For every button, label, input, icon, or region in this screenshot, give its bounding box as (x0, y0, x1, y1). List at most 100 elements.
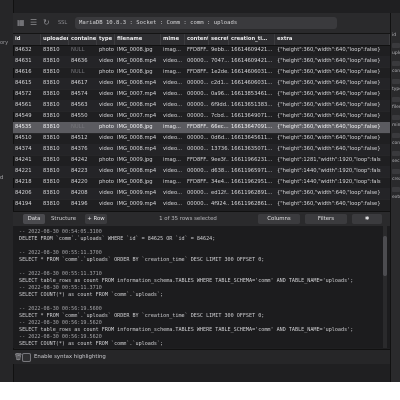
table-cell[interactable]: {"height":1440,"width":1920,"loop":fals (275, 177, 390, 188)
table-cell[interactable]: photo (97, 122, 115, 133)
table-cell[interactable]: IMG_0009.mp4 (115, 199, 161, 210)
table-cell[interactable]: 1e2de... (209, 67, 229, 78)
table-cell[interactable]: 16613647091... (229, 122, 275, 133)
table-cell[interactable]: NULL (69, 67, 97, 78)
table-cell[interactable]: 00000... (185, 56, 209, 67)
table-cell[interactable]: 00000... (185, 100, 209, 111)
table-cell[interactable]: 7047... (209, 56, 229, 67)
table-cell[interactable]: 9ebb... (209, 45, 229, 56)
column-header[interactable]: content (185, 34, 209, 45)
table-cell[interactable]: video (97, 199, 115, 210)
table-cell[interactable]: 16611962891... (229, 188, 275, 199)
table-cell[interactable]: 00000... (185, 166, 209, 177)
table-cell[interactable]: 84512 (69, 133, 97, 144)
table-cell[interactable]: {"height":360,"width":640,"loop":false} (275, 56, 390, 67)
table-cell[interactable]: 84196 (69, 199, 97, 210)
table-cell[interactable]: 0d6d... (209, 133, 229, 144)
table-row[interactable]: 84194 83810 84196 video IMG_0009.mp4 video...… (13, 199, 390, 210)
table-cell[interactable]: IMG_0008.mp4 (115, 78, 161, 89)
table-cell[interactable]: IMG_0009.mp4 (115, 188, 161, 199)
table-cell[interactable]: 16611966231... (229, 155, 275, 166)
table-cell[interactable]: video... (161, 133, 185, 144)
column-header[interactable]: uploader (41, 34, 69, 45)
table-cell[interactable]: 6f9dd... (209, 100, 229, 111)
table-cell[interactable]: video... (161, 100, 185, 111)
table-cell[interactable]: 83810 (41, 133, 69, 144)
table-cell[interactable]: video (97, 144, 115, 155)
table-cell[interactable]: 16614606031... (229, 67, 275, 78)
table-cell[interactable]: 7cbd... (209, 111, 229, 122)
table-cell[interactable]: 84208 (69, 188, 97, 199)
table-cell[interactable]: IMG_0008.mp4 (115, 144, 161, 155)
table-cell[interactable]: video (97, 133, 115, 144)
table-cell[interactable]: 84220 (69, 177, 97, 188)
column-header[interactable]: filename (115, 34, 161, 45)
table-cell[interactable]: FFD8FF... (185, 67, 209, 78)
table-cell[interactable]: IMG_0008.jpg (115, 122, 161, 133)
table-cell[interactable]: IMG_0008.mp4 (115, 166, 161, 177)
table-cell[interactable]: 83810 (41, 56, 69, 67)
table-cell[interactable]: FFD8FF... (185, 122, 209, 133)
table-cell[interactable]: 84376 (69, 144, 97, 155)
table-cell[interactable]: 84374 (13, 144, 41, 155)
filters-button[interactable]: Filters (305, 214, 347, 224)
table-cell[interactable]: 16611962951... (229, 177, 275, 188)
table-cell[interactable]: IMG_0008.mp4 (115, 100, 161, 111)
table-cell[interactable]: {"height":360,"width":640,"loop":false} (275, 133, 390, 144)
table-cell[interactable]: 83810 (41, 177, 69, 188)
table-cell[interactable]: FFD8FF... (185, 45, 209, 56)
sidebar-item[interactable]: d (0, 175, 13, 181)
table-cell[interactable]: {"height":360,"width":640,"loop":false} (275, 67, 390, 78)
table-cell[interactable]: 84632 (13, 45, 41, 56)
table-cell[interactable]: IMG_0008.jpg (115, 45, 161, 56)
table-cell[interactable]: video (97, 111, 115, 122)
table-cell[interactable]: 16614609421... (229, 45, 275, 56)
table-cell[interactable]: 84616 (13, 67, 41, 78)
table-cell[interactable]: {"height":360,"width":640,"loop":false} (275, 89, 390, 100)
column-header[interactable]: creation_ti… (229, 34, 275, 45)
table-cell[interactable]: 66ec... (209, 122, 229, 133)
table-cell[interactable]: 83810 (41, 67, 69, 78)
table-cell[interactable]: 84194 (13, 199, 41, 210)
table-cell[interactable]: imag... (161, 155, 185, 166)
table-cell[interactable]: video... (161, 188, 185, 199)
table-cell[interactable]: 83810 (41, 89, 69, 100)
table-cell[interactable]: IMG_0009.jpg (115, 155, 161, 166)
table-cell[interactable]: video (97, 89, 115, 100)
table-cell[interactable]: FFD8FF... (185, 155, 209, 166)
table-cell[interactable]: 84218 (13, 177, 41, 188)
table-cell[interactable]: {"height":360,"width":640,"loop":false} (275, 111, 390, 122)
table-cell[interactable]: 9ee3f... (209, 155, 229, 166)
table-cell[interactable]: video... (161, 166, 185, 177)
table-cell[interactable]: d638... (209, 166, 229, 177)
connection-bar[interactable]: MariaDB 10.8.3 : Socket : Comm : comm : … (75, 17, 337, 29)
table-cell[interactable]: {"height":360,"width":640,"loop":false} (275, 78, 390, 89)
table-cell[interactable]: 83810 (41, 122, 69, 133)
table-cell[interactable]: 16614606031... (229, 78, 275, 89)
table-cell[interactable]: IMG_0007.mp4 (115, 111, 161, 122)
table-cell[interactable]: video... (161, 111, 185, 122)
table-cell[interactable]: video (97, 166, 115, 177)
table-cell[interactable]: IMG_0008.mp4 (115, 56, 161, 67)
table-cell[interactable]: 84615 (13, 78, 41, 89)
table-cell[interactable]: 16613649071... (229, 111, 275, 122)
column-header[interactable]: id (13, 34, 41, 45)
table-cell[interactable]: video (97, 56, 115, 67)
table-cell[interactable]: 84242 (69, 155, 97, 166)
table-cell[interactable]: 16611962861... (229, 199, 275, 210)
table-cell[interactable]: 16613853461... (229, 89, 275, 100)
table-cell[interactable]: ed12f... (209, 188, 229, 199)
table-cell[interactable]: 16614609421... (229, 56, 275, 67)
settings-button[interactable]: ✱ (352, 214, 382, 224)
inspector-field[interactable] (392, 133, 400, 138)
inspector-field[interactable] (392, 151, 400, 156)
table-cell[interactable]: 84617 (69, 78, 97, 89)
table-cell[interactable]: video... (161, 89, 185, 100)
table-cell[interactable]: 84561 (13, 100, 41, 111)
table-cell[interactable]: 83810 (41, 155, 69, 166)
table-cell[interactable]: photo (97, 155, 115, 166)
table-cell[interactable]: {"height":360,"width":640,"loop":false} (275, 122, 390, 133)
add-row-button[interactable]: + Row (85, 214, 107, 224)
table-cell[interactable]: NULL (69, 122, 97, 133)
table-cell[interactable]: 84535 (13, 122, 41, 133)
